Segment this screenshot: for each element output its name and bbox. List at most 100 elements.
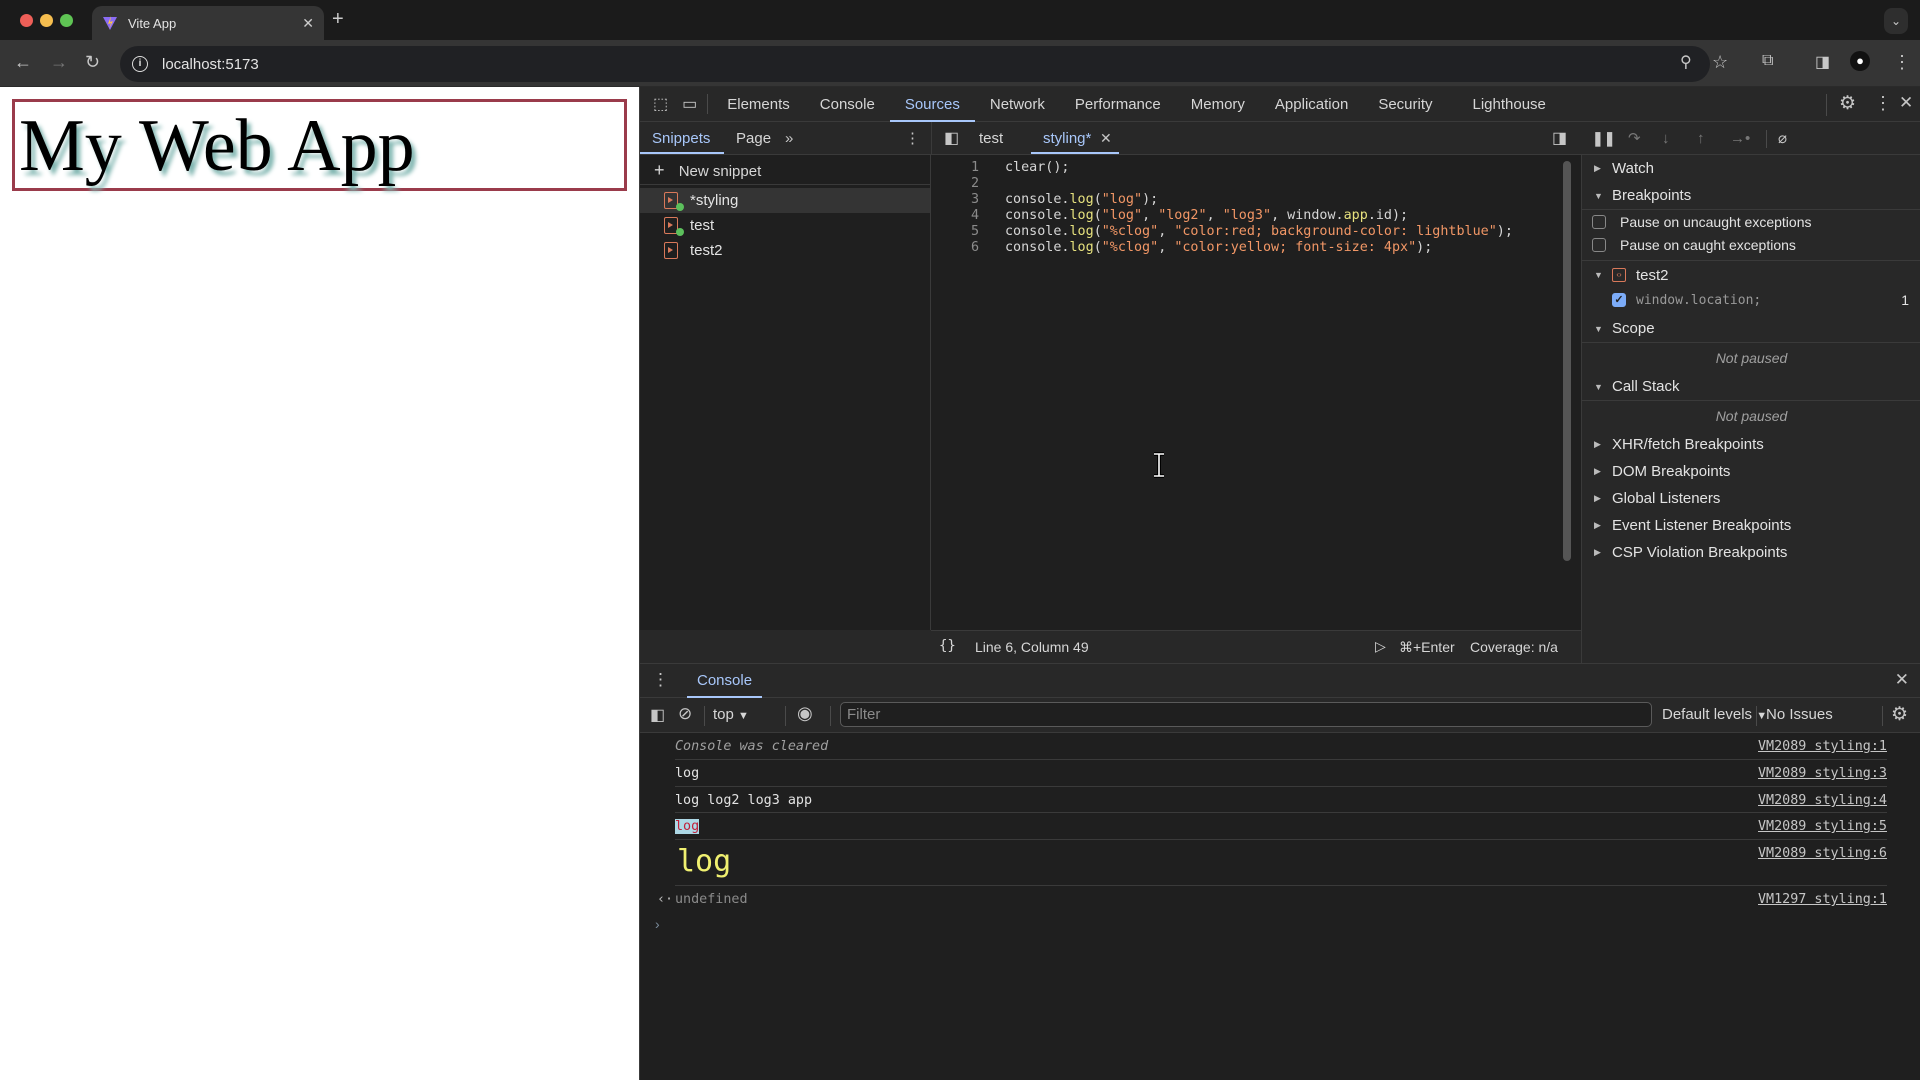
run-snippet-icon[interactable]: ▷ [1375,638,1386,655]
snippet-item[interactable]: *styling [640,188,930,213]
close-tab-icon[interactable]: ✕ [302,15,314,32]
tab-lighthouse[interactable]: Lighthouse [1458,87,1561,122]
toggle-navigator-icon[interactable]: ◧ [944,122,959,155]
web-page: My Web App [0,87,639,1080]
url-text[interactable]: localhost:5173 [162,56,259,73]
source-link[interactable]: VM2089 styling:4 [1758,793,1887,808]
clear-console-icon[interactable]: ⊘ [678,704,692,724]
code-editor[interactable]: 1 clear(); 2 3 console.log("log"); 4 consol… [931,155,1581,630]
return-arrow-icon: ‹· [657,892,674,907]
breakpoints-section[interactable]: ▼ Breakpoints [1582,182,1920,209]
bookmark-star-icon[interactable]: ☆ [1712,52,1728,73]
breakpoint-entry[interactable]: ✓ window.location; 1 [1582,289,1920,311]
pause-uncaught-checkbox[interactable]: Pause on uncaught exceptions [1582,210,1920,233]
navigator-menu-icon[interactable]: ⋮ [905,122,920,155]
drawer-menu-icon[interactable]: ⋮ [652,670,669,690]
tab-snippets[interactable]: Snippets [652,122,710,155]
console-prompt[interactable]: › [655,916,660,932]
window-close-button[interactable] [20,14,33,27]
new-snippet-label: New snippet [678,163,762,180]
tab-page[interactable]: Page [736,122,771,155]
code-line: 4 console.log("log", "log2", "log3", wind… [970,208,1409,223]
tab-security[interactable]: Security [1363,87,1447,122]
toggle-debugger-icon[interactable]: ◨ [1552,122,1567,155]
console-message: log VM2089 styling:6 [675,840,1887,886]
log-levels-dropdown[interactable]: Default levels ▼ [1662,706,1767,723]
source-link[interactable]: VM1297 styling:1 [1758,892,1887,907]
more-tabs-icon[interactable]: » [785,122,793,155]
source-link[interactable]: VM2089 styling:3 [1758,766,1887,781]
coverage-status: Coverage: n/a [1470,639,1558,655]
tab-application[interactable]: Application [1260,87,1363,122]
side-panel-icon[interactable]: ◨ [1815,52,1830,72]
source-link[interactable]: VM2089 styling:5 [1758,819,1887,834]
debugger-sidebar: ▶ Watch ▼ Breakpoints Pause on uncaught ex… [1581,155,1920,663]
browser-tab-strip: Vite App ✕ + ⌄ [0,0,1920,40]
editor-tab-styling[interactable]: styling* [1043,122,1091,155]
browser-menu-icon[interactable]: ⋮ [1893,52,1911,73]
console-sidebar-icon[interactable]: ◧ [650,705,665,725]
step-out-icon[interactable]: ↑ [1697,122,1705,155]
editor-scrollbar[interactable] [1563,161,1571,561]
editor-tab-test[interactable]: test [979,122,1003,155]
close-devtools-icon[interactable]: ✕ [1899,93,1913,113]
zoom-icon[interactable]: ⚲ [1680,52,1692,72]
issues-counter[interactable]: No Issues [1766,706,1833,723]
snippet-item[interactable]: test [640,213,930,238]
console-message: log log2 log3 app VM2089 styling:4 [675,787,1887,813]
watch-section[interactable]: ▶ Watch [1582,155,1920,182]
close-drawer-icon[interactable]: ✕ [1895,670,1909,690]
tab-network[interactable]: Network [975,87,1060,122]
tab-performance[interactable]: Performance [1060,87,1176,122]
site-info-icon[interactable]: i [132,56,148,72]
reload-icon[interactable]: ↻ [85,52,100,73]
dom-breakpoints-section[interactable]: ▶ DOM Breakpoints [1582,458,1920,485]
source-link[interactable]: VM2089 styling:1 [1758,739,1887,754]
console-settings-gear-icon[interactable]: ⚙ [1891,703,1908,726]
new-tab-button[interactable]: + [332,8,344,31]
xhr-breakpoints-section[interactable]: ▶ XHR/fetch Breakpoints [1582,431,1920,458]
run-shortcut: ⌘+Enter [1399,639,1455,655]
browser-tab[interactable]: Vite App ✕ [92,6,324,40]
step-icon[interactable]: →• [1730,122,1750,155]
tab-elements[interactable]: Elements [712,87,805,122]
forward-icon[interactable]: → [50,52,68,73]
device-toolbar-icon[interactable]: ▭ [682,94,697,114]
context-selector[interactable]: top ▼ [713,706,749,723]
profile-avatar-icon[interactable]: ● [1850,51,1870,71]
back-icon[interactable]: ← [14,52,32,73]
step-over-icon[interactable]: ↷ [1628,122,1641,155]
step-into-icon[interactable]: ↓ [1662,122,1670,155]
inspect-element-icon[interactable]: ⬚ [653,94,668,114]
snippet-item[interactable]: test2 [640,238,930,263]
tab-sources[interactable]: Sources [889,87,975,122]
deactivate-breakpoints-icon[interactable]: ⌀ [1778,122,1787,155]
drawer-tab-console[interactable]: Console [687,664,763,698]
settings-gear-icon[interactable]: ⚙ [1839,92,1856,115]
new-snippet-button[interactable]: + New snippet [640,155,930,185]
window-minimize-button[interactable] [40,14,53,27]
close-editor-tab-icon[interactable]: ✕ [1100,122,1112,155]
call-stack-section[interactable]: ▼ Call Stack [1582,373,1920,400]
event-listener-breakpoints-section[interactable]: ▶ Event Listener Breakpoints [1582,512,1920,539]
csp-violation-breakpoints-section[interactable]: ▶ CSP Violation Breakpoints [1582,539,1920,566]
console-filter-input[interactable] [840,702,1652,727]
breakpoint-file[interactable]: ▼ ‹› test2 [1582,261,1920,289]
address-bar[interactable]: i localhost:5173 [120,46,1710,82]
snippet-file-icon [664,217,684,236]
pause-icon[interactable]: ❚❚ [1592,122,1615,155]
window-maximize-button[interactable] [60,14,73,27]
live-expression-eye-icon[interactable]: ◉ [797,703,813,724]
code-line: 6 console.log("%clog", "color:yellow; fon… [970,240,1433,255]
devtools-menu-icon[interactable]: ⋮ [1874,93,1892,114]
scope-section[interactable]: ▼ Scope [1582,315,1920,342]
plus-icon: + [654,160,665,180]
pause-caught-checkbox[interactable]: Pause on caught exceptions [1582,233,1920,256]
tab-memory[interactable]: Memory [1176,87,1260,122]
pretty-print-icon[interactable]: {} [939,638,956,654]
global-listeners-section[interactable]: ▶ Global Listeners [1582,485,1920,512]
tab-search-button[interactable]: ⌄ [1884,8,1908,34]
source-link[interactable]: VM2089 styling:6 [1758,846,1887,861]
tab-console[interactable]: Console [805,87,890,122]
extensions-icon[interactable]: ⧉ [1762,52,1773,70]
